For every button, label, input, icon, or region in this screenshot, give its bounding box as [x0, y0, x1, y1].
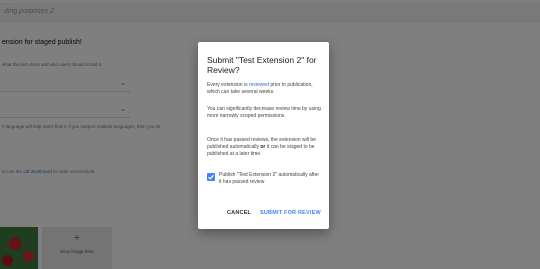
submit-for-review-button[interactable]: SUBMIT FOR REVIEW: [260, 210, 321, 216]
submit-review-dialog: Submit "Test Extension 2" for Review? Ev…: [198, 42, 329, 229]
reviewed-link[interactable]: reviewed: [249, 82, 269, 88]
publish-text-or: or: [260, 144, 266, 150]
cancel-button[interactable]: CANCEL: [227, 210, 251, 216]
publish-paragraph: Once it has passed reviews, the extensio…: [207, 137, 323, 158]
auto-publish-checkbox[interactable]: [207, 173, 215, 181]
review-paragraph: Every extension is reviewed prior to pub…: [207, 82, 323, 96]
permissions-paragraph: You can significantly decrease review ti…: [207, 106, 321, 119]
auto-publish-label[interactable]: Publish "Test Extension 2" automatically…: [219, 172, 319, 186]
review-text-before: Every extension is: [207, 82, 248, 88]
checkmark-icon: [208, 174, 214, 180]
dialog-title: Submit "Test Extension 2" for Review?: [207, 55, 317, 75]
